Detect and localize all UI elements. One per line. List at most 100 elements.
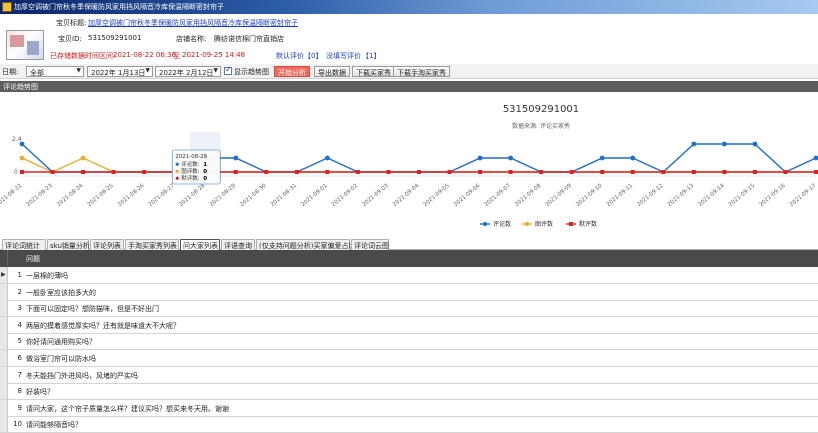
- data-point: [539, 170, 544, 174]
- legend-marker: [525, 222, 529, 226]
- chart-tooltip: 2021-08-28评论数: 1图评数: 0默评数: 0: [171, 149, 221, 185]
- legend-label[interactable]: 图评数: [535, 220, 553, 228]
- legend-marker: [483, 222, 487, 226]
- header-corner: [0, 250, 8, 266]
- data-point: [50, 170, 55, 174]
- x-tick-label: 2021-09-15: [728, 183, 757, 208]
- tooltip-value: 0: [203, 176, 207, 182]
- product-id-label: 宝贝ID:: [58, 35, 82, 43]
- tooltip-label: 评论数:: [181, 160, 200, 168]
- product-thumbnail: [6, 30, 44, 60]
- tab-1[interactable]: 评论词统计: [2, 239, 46, 250]
- x-tick-label: 2021-08-23: [25, 183, 54, 208]
- export-data-button[interactable]: 导出数据: [314, 66, 350, 77]
- question-text: 下面可以固定吗？想防猫咪，但是不好出门: [26, 305, 159, 314]
- question-text: 请问能够隔音吗？: [26, 421, 82, 430]
- table-row[interactable]: 7 冬天能挡门外进风吗，风堵的严实吗: [0, 366, 818, 384]
- tab-8[interactable]: 评论词云图: [351, 239, 389, 250]
- tooltip-label: 默评数:: [181, 174, 200, 182]
- analysis-tabs: 评论词统计 sku销量分析 评论列表 手淘买家秀列表 问大家列表 评语查询 (仅支持问题分析…: [0, 238, 818, 250]
- row-number: 2: [17, 287, 22, 296]
- tooltip-value: 0: [203, 169, 207, 175]
- table-row[interactable]: 2 一般卧室应该拍多大的: [0, 283, 818, 301]
- product-info-panel: 宝贝标题: 加厚空调被门帘秋冬季保暖防风家用挡风隔音冷库保温隔断密封帘子 宝贝I…: [0, 14, 818, 64]
- table-row[interactable]: 6 做浴室门帘可以防水吗: [0, 350, 818, 367]
- date-to-picker[interactable]: 2022年 2月12日 ▼: [155, 66, 221, 77]
- data-point: [294, 170, 299, 174]
- data-point: [600, 170, 605, 174]
- date-from-value: 2022年 1月13日: [91, 69, 146, 77]
- trend-chart: 531509291001 数据来源: 评论买家秀 2.4 0 2021-08-2…: [0, 104, 818, 228]
- date-range-select[interactable]: 全部 ▼: [26, 66, 84, 77]
- question-text: 两层的摸着感觉厚实吗？还有就是味道大不大呢？: [26, 321, 180, 330]
- legend-label[interactable]: 默评数: [579, 220, 597, 228]
- row-selector[interactable]: ▶: [0, 267, 8, 283]
- window-title: 加厚空调被门帘秋冬季保暖防风家用挡风隔音冷库保温隔断密封帘子: [14, 3, 224, 11]
- chart-legend: 评论数 图评数 默评数: [480, 220, 597, 228]
- row-selector[interactable]: [0, 383, 8, 400]
- table-row[interactable]: 8 好装吗？: [0, 383, 818, 401]
- data-point: [722, 170, 727, 174]
- data-point: [447, 170, 452, 174]
- question-text: 一层棉的薄吗: [26, 272, 68, 280]
- tab-6[interactable]: 评语查询: [221, 239, 255, 250]
- row-selector[interactable]: [0, 416, 8, 433]
- data-point: [477, 155, 483, 161]
- x-tick-label: 2021-08-28: [178, 183, 207, 208]
- data-point: [630, 170, 635, 174]
- row-number: 5: [17, 337, 22, 346]
- tooltip-value: 1: [203, 162, 207, 168]
- x-tick-label: 2021-08-27: [148, 183, 177, 208]
- data-point: [19, 155, 25, 161]
- x-tick-label: 2021-09-13: [667, 183, 696, 208]
- x-tick-label: 2021-09-01: [300, 183, 328, 208]
- tooltip-date: 2021-08-28: [175, 154, 207, 160]
- row-selector[interactable]: [0, 316, 8, 333]
- shop-name-value: 腾纺诺信棉门帘直销店: [214, 35, 284, 43]
- legend-label[interactable]: 评论数: [493, 220, 511, 228]
- questions-table: 问题 ▶ 1 一层棉的薄吗 2 一般卧室应该拍多大的 3 下面可以固定吗？想防猫咪，但是不好…: [0, 250, 818, 433]
- data-point: [80, 155, 86, 161]
- row-selector[interactable]: [0, 399, 8, 416]
- x-tick-label: 2021-09-16: [758, 183, 787, 208]
- show-trend-checkbox[interactable]: ✓: [224, 65, 232, 75]
- product-title-link[interactable]: 加厚空调被门帘秋冬季保暖防风家用挡风隔音冷库保温隔断密封帘子: [88, 18, 298, 28]
- table-header: 问题: [0, 250, 818, 267]
- question-text: 请问大家，这个帘子质量怎么样？建议买吗？想买来冬天用。谢谢: [26, 404, 229, 413]
- date-from-picker[interactable]: 2022年 1月13日 ▼: [87, 66, 153, 77]
- tab-7[interactable]: (仅支持问题分析)买家偏爱占比: [256, 239, 355, 250]
- x-tick-label: 2021-09-05: [422, 183, 451, 208]
- row-number: 8: [17, 387, 22, 396]
- data-point: [233, 155, 239, 161]
- row-selector[interactable]: [0, 300, 8, 317]
- tab-5[interactable]: 问大家列表: [180, 239, 220, 250]
- row-selector[interactable]: [0, 350, 8, 366]
- download-taobao-buyer-show-button[interactable]: 下载手淘买家秀: [393, 66, 450, 77]
- table-row[interactable]: 9 请问大家，这个帘子质量怎么样？建议买吗？想买来冬天用。谢谢: [0, 399, 818, 417]
- tab-4[interactable]: 手淘买家秀列表: [125, 239, 179, 250]
- data-point: [721, 141, 727, 147]
- column-header-question[interactable]: 问题: [26, 254, 40, 264]
- chevron-down-icon: ▼: [213, 67, 218, 74]
- row-selector[interactable]: [0, 333, 8, 350]
- table-row[interactable]: 4 两层的摸着感觉厚实吗？还有就是味道大不大呢？: [0, 316, 818, 334]
- start-analysis-button[interactable]: 开始分析: [274, 66, 310, 77]
- download-buyer-show-button[interactable]: 下载买家秀: [352, 66, 395, 77]
- table-row[interactable]: 5 你好请问通用购买吗？: [0, 333, 818, 351]
- table-row[interactable]: 3 下面可以固定吗？想防猫咪，但是不好出门: [0, 300, 818, 318]
- data-point: [325, 170, 330, 174]
- x-tick-label: 2021-08-24: [56, 183, 85, 208]
- table-row[interactable]: 10 请问能够隔音吗？: [0, 416, 818, 433]
- current-row-pointer-icon: ▶: [1, 271, 6, 278]
- x-tick-label: 2021-09-03: [361, 183, 390, 208]
- table-row[interactable]: ▶ 1 一层棉的薄吗: [0, 267, 818, 284]
- tab-2[interactable]: sku销量分析: [47, 239, 90, 250]
- date-label: 日期:: [2, 68, 19, 76]
- data-point: [20, 170, 24, 174]
- data-point: [752, 141, 758, 147]
- x-tick-label: 2021-09-10: [575, 183, 604, 208]
- row-selector[interactable]: [0, 366, 8, 383]
- row-selector[interactable]: [0, 283, 8, 300]
- tab-3[interactable]: 评论列表: [90, 239, 124, 250]
- range-start: 2021-08-22 06:36: [113, 51, 177, 59]
